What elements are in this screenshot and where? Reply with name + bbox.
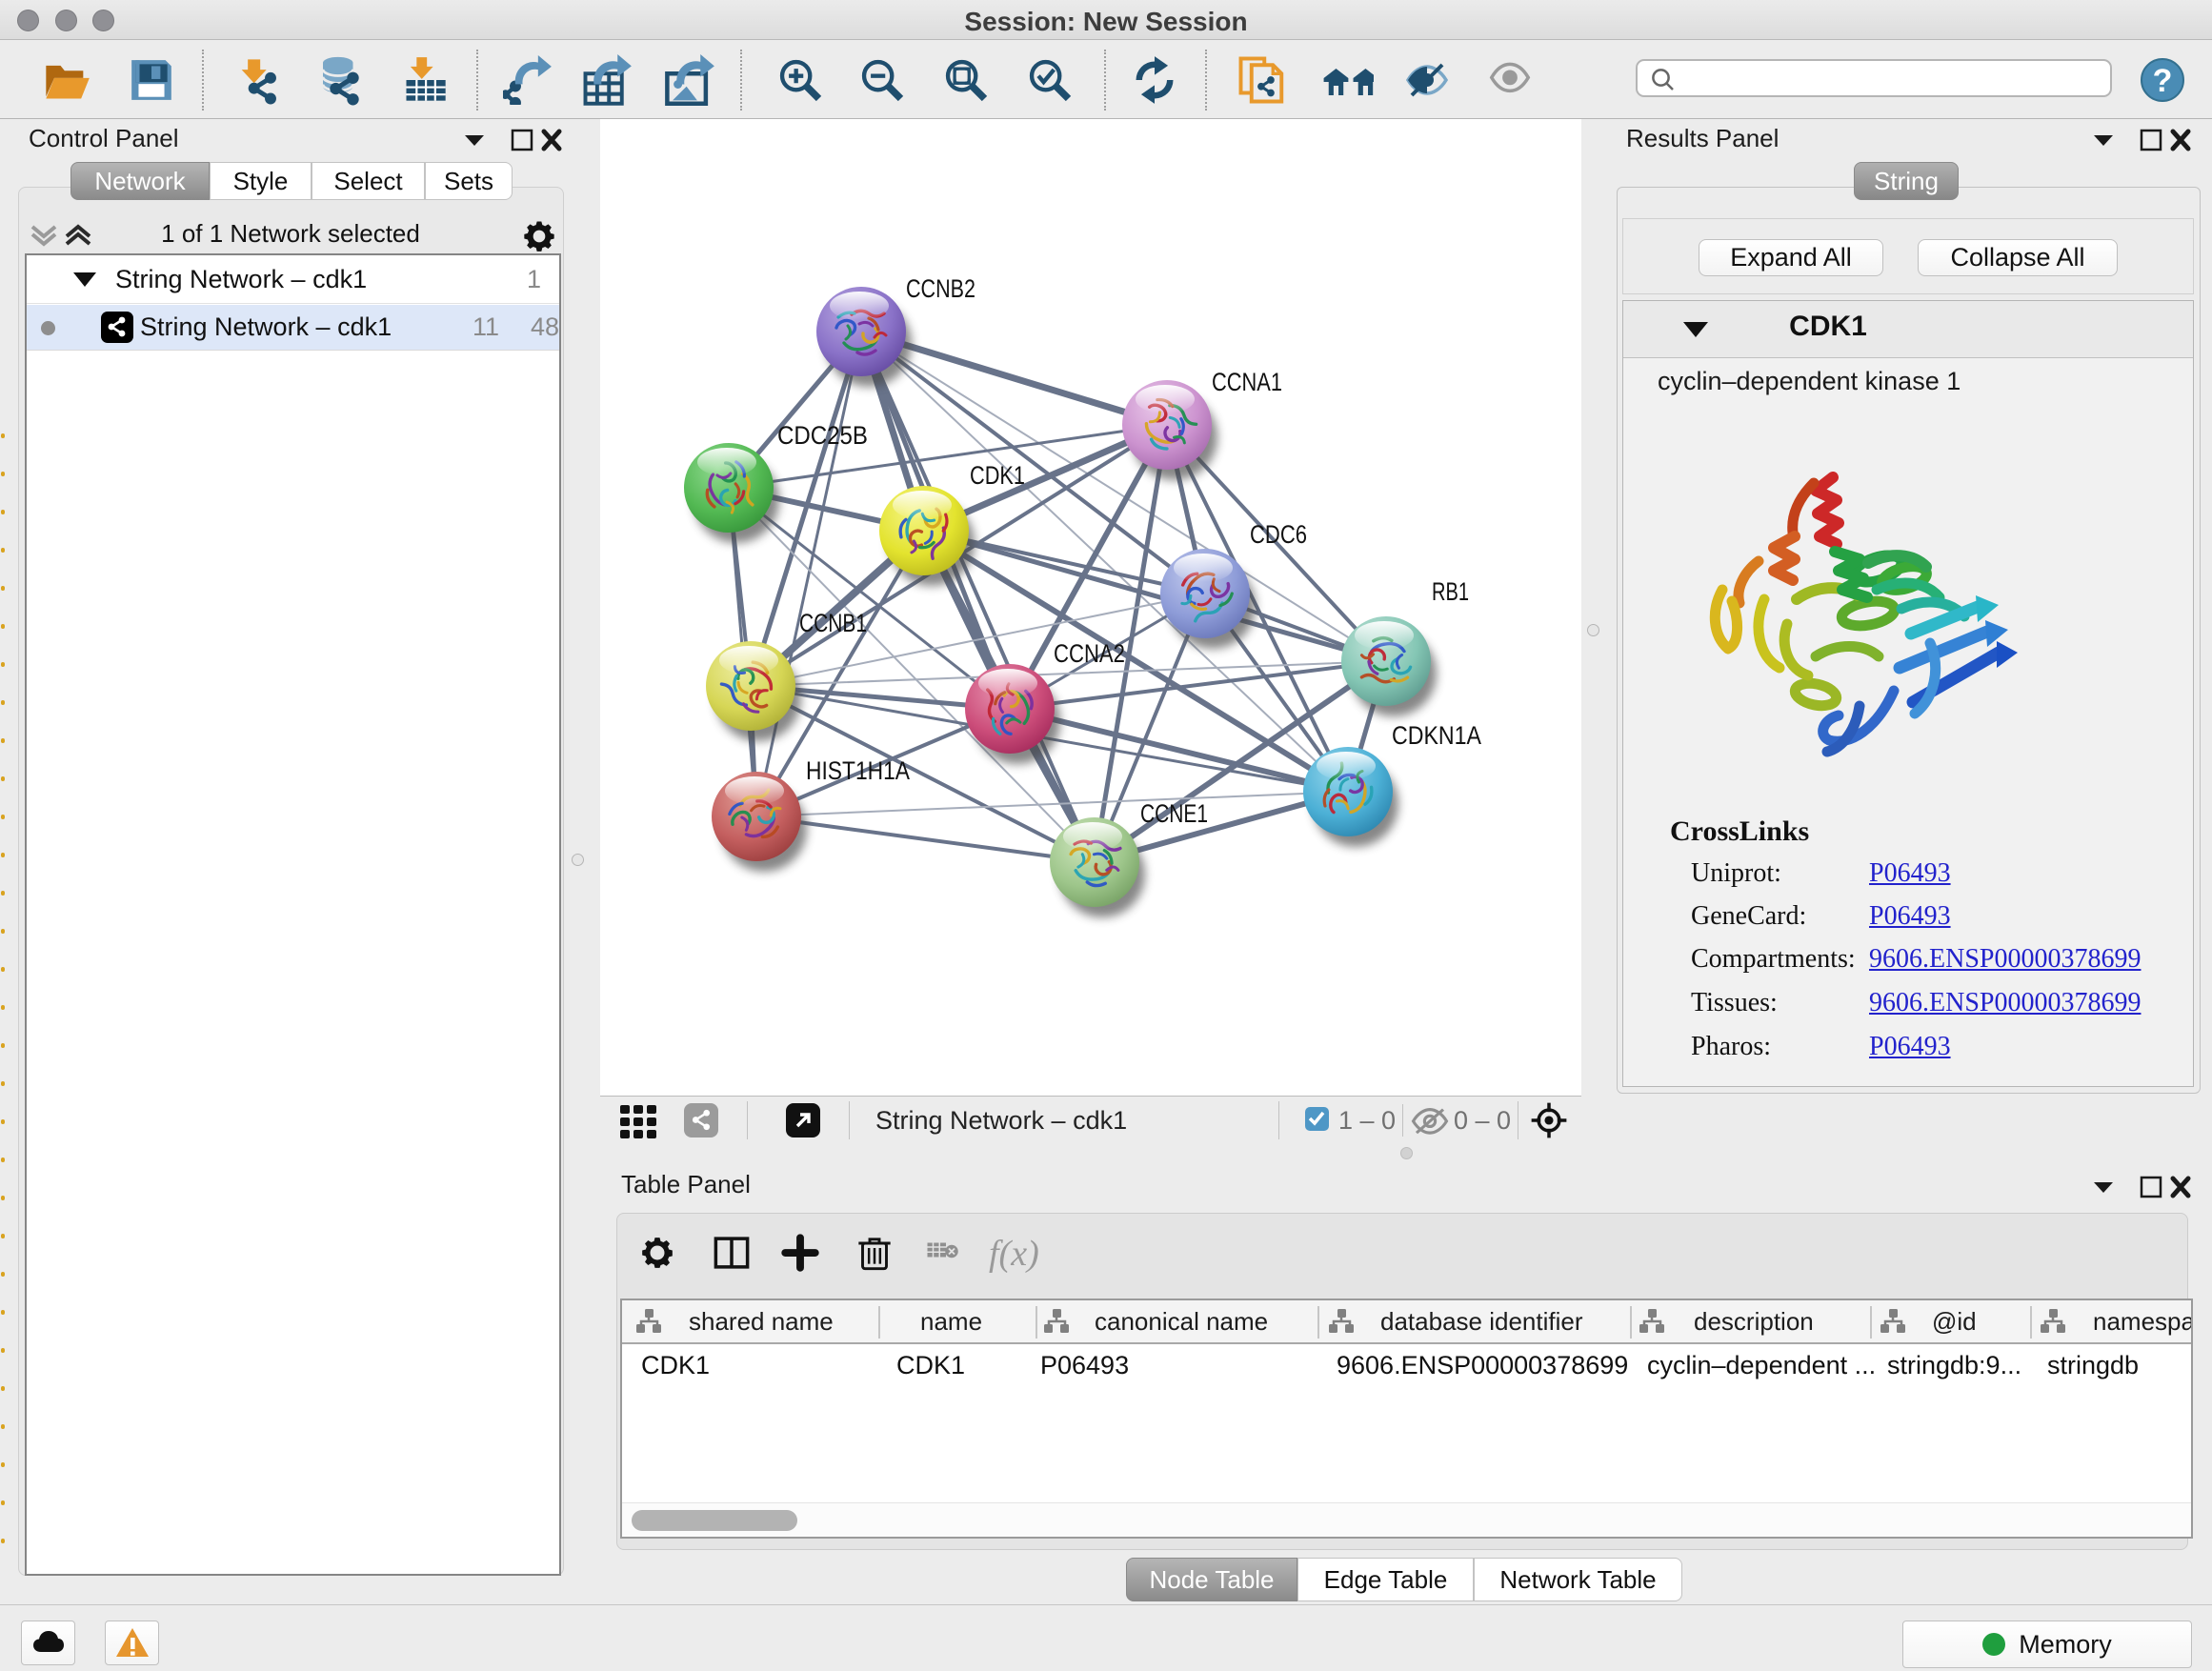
svg-text:CCNA1: CCNA1	[1212, 368, 1282, 396]
svg-text:CDC6: CDC6	[1250, 520, 1307, 549]
svg-text:CDC25B: CDC25B	[777, 421, 868, 450]
svg-text:CCNA2: CCNA2	[1054, 639, 1125, 668]
svg-text:CCNE1: CCNE1	[1140, 799, 1208, 828]
svg-text:CDKN1A: CDKN1A	[1392, 721, 1481, 750]
svg-text:CDK1: CDK1	[970, 461, 1025, 490]
svg-text:HIST1H1A: HIST1H1A	[806, 756, 910, 785]
svg-text:CCNB2: CCNB2	[906, 274, 975, 303]
svg-text:CCNB1: CCNB1	[799, 609, 867, 637]
svg-text:RB1: RB1	[1432, 577, 1469, 606]
